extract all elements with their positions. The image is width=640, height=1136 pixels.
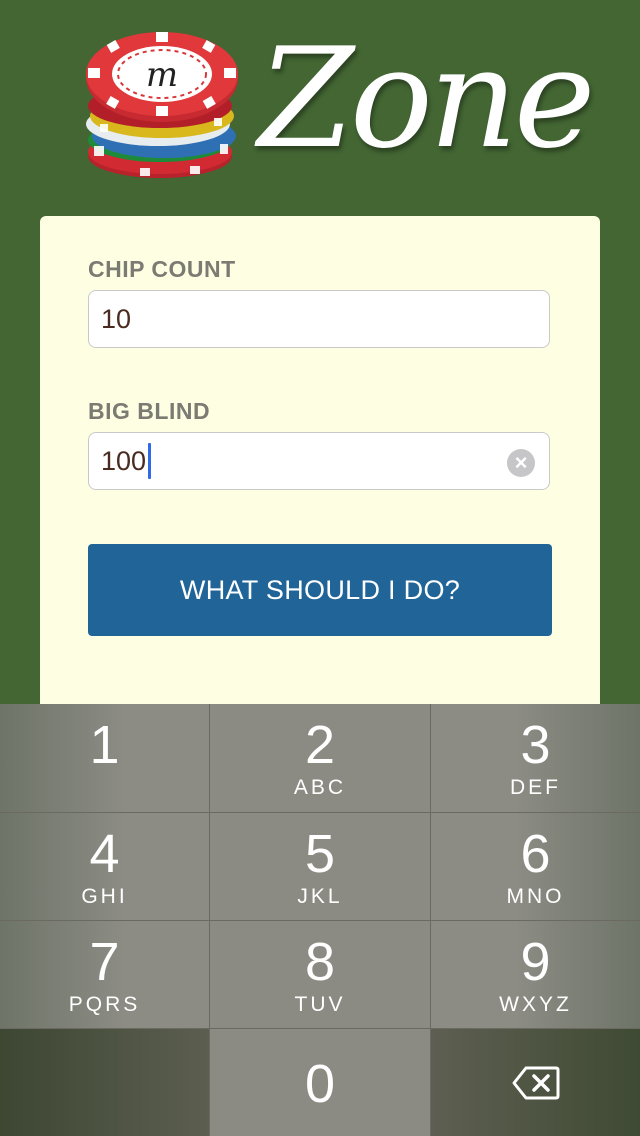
key-2[interactable]: 2 ABC <box>210 704 430 812</box>
key-blank <box>0 1029 209 1136</box>
key-digit: 7 <box>89 932 120 992</box>
key-7[interactable]: 7 PQRS <box>0 921 209 1028</box>
backspace-icon <box>512 1066 559 1100</box>
key-6[interactable]: 6 MNO <box>431 813 640 920</box>
key-letters: PQRS <box>68 993 141 1016</box>
chip-count-label: CHIP COUNT <box>88 256 236 282</box>
key-1[interactable]: 1 <box>0 704 209 812</box>
delete-key[interactable] <box>431 1029 640 1136</box>
key-digit: 0 <box>304 1054 336 1114</box>
chip-count-input[interactable] <box>101 291 501 347</box>
key-9[interactable]: 9 WXYZ <box>431 921 640 1028</box>
key-digit: 3 <box>520 715 551 775</box>
key-letters: GHI <box>81 885 128 908</box>
key-0[interactable]: 0 <box>210 1029 430 1136</box>
key-letters: MNO <box>506 885 565 908</box>
chip-count-field[interactable] <box>88 290 550 348</box>
key-digit: 2 <box>304 715 336 775</box>
big-blind-input[interactable] <box>101 433 501 489</box>
svg-text:m: m <box>146 55 178 95</box>
key-4[interactable]: 4 GHI <box>0 813 209 920</box>
key-digit: 6 <box>520 824 551 884</box>
calculator-card: CHIP COUNT BIG BLIND × WHAT SHOULD I DO? <box>40 216 600 736</box>
clear-text-icon[interactable]: × <box>507 449 535 477</box>
poker-chips-logo-icon: m <box>86 32 238 178</box>
key-digit: 4 <box>89 824 120 884</box>
text-caret <box>148 443 151 479</box>
key-digit: 1 <box>89 715 120 775</box>
key-letters: DEF <box>510 776 561 799</box>
key-digit: 8 <box>304 932 336 992</box>
key-digit: 9 <box>520 932 551 992</box>
key-8[interactable]: 8 TUV <box>210 921 430 1028</box>
key-letters: TUV <box>294 993 346 1016</box>
app-logo-wordmark: Zone <box>258 18 596 179</box>
key-5[interactable]: 5 JKL <box>210 813 430 920</box>
app-header: m Zone <box>0 0 640 216</box>
big-blind-label: BIG BLIND <box>88 398 211 424</box>
key-letters: WXYZ <box>499 993 572 1016</box>
key-letters: JKL <box>297 885 343 908</box>
big-blind-field[interactable]: × <box>88 432 550 490</box>
key-letters: ABC <box>293 776 347 799</box>
key-digit: 5 <box>304 824 336 884</box>
key-3[interactable]: 3 DEF <box>431 704 640 812</box>
numeric-keypad: 1 2 ABC 3 DEF 4 GHI 5 JKL 6 MNO 7 PQRS 8… <box>0 704 640 1136</box>
what-should-i-do-button[interactable]: WHAT SHOULD I DO? <box>88 544 552 636</box>
